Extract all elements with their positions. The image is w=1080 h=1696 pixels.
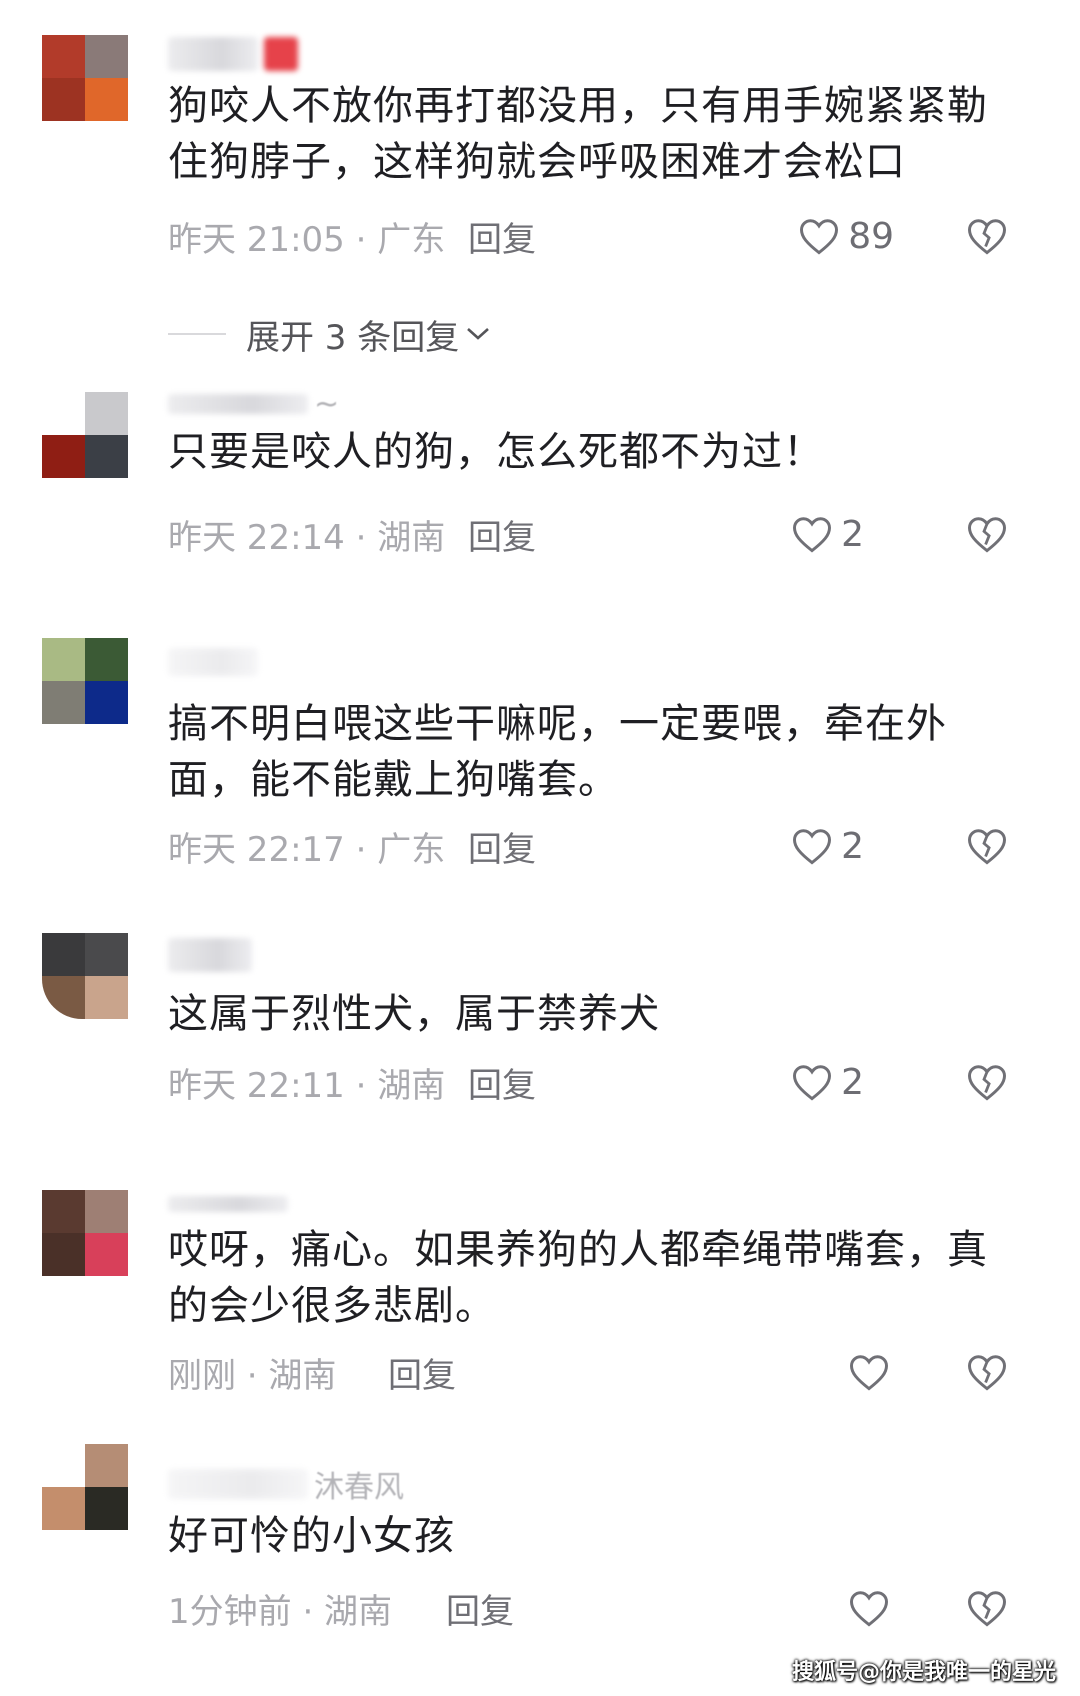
comment-text: 好可怜的小女孩 [168, 1513, 455, 1559]
heart-outline-icon [848, 1352, 890, 1392]
username-blur [168, 938, 252, 972]
comment-meta: 刚刚 · 湖南 回复 [168, 1346, 1044, 1398]
username-blur [168, 37, 258, 71]
like-count: 2 [841, 513, 864, 555]
avatar[interactable] [42, 1444, 128, 1530]
comment-meta: 昨天 22:14 · 湖南 回复 2 [168, 508, 1044, 560]
avatar[interactable] [42, 35, 128, 121]
username[interactable]: 沐春风 [168, 1464, 404, 1505]
broken-heart-icon[interactable] [966, 216, 1008, 256]
avatar[interactable] [42, 1190, 128, 1276]
like-button[interactable]: 2 [791, 826, 864, 867]
avatar-pixel [85, 976, 128, 1019]
username-blur [168, 394, 308, 414]
broken-heart-icon[interactable] [966, 1062, 1008, 1102]
broken-heart-icon[interactable] [966, 1352, 1008, 1392]
username[interactable] [168, 935, 252, 975]
comment-text: 搞不明白喂这些干嘛呢，一定要喂，牵在外 面，能不能戴上狗嘴套。 [168, 701, 947, 803]
avatar[interactable] [42, 638, 128, 724]
avatar-pixel [42, 976, 85, 1019]
avatar-pixel [42, 435, 85, 478]
reply-button[interactable]: 回复 [446, 1584, 514, 1633]
avatar-pixel [42, 392, 85, 435]
avatar-pixel [42, 1444, 85, 1487]
username[interactable] [168, 1184, 288, 1224]
comment-time-location: 昨天 22:11 · 湖南 [168, 1065, 446, 1106]
heart-outline-icon [848, 1588, 890, 1628]
username-blur [168, 1196, 288, 1212]
comment-time-location: 昨天 22:14 · 湖南 [168, 517, 446, 558]
avatar-pixel [85, 933, 128, 976]
heart-outline-icon [791, 1062, 833, 1102]
comment-meta: 昨天 21:05 · 广东 回复 89 [168, 210, 1044, 262]
avatar-pixel [42, 638, 85, 681]
avatar[interactable] [42, 933, 128, 1019]
avatar-pixel [42, 1233, 85, 1276]
comment-meta: 昨天 22:17 · 广东 回复 2 [168, 820, 1044, 872]
comment-time-location: 刚刚 · 湖南 [168, 1355, 337, 1396]
avatar-pixel [85, 1487, 128, 1530]
username[interactable] [168, 34, 298, 74]
heart-outline-icon [791, 826, 833, 866]
avatar[interactable] [42, 392, 128, 478]
comment-text: 只要是咬人的狗，怎么死都不为过！ [168, 429, 824, 475]
username[interactable]: ~ [168, 384, 339, 424]
username-blur [168, 1469, 308, 1499]
avatar-pixel [42, 78, 85, 121]
chevron-down-icon [465, 325, 491, 343]
comment-meta: 昨天 22:11 · 湖南 回复 2 [168, 1056, 1044, 1108]
avatar-pixel [42, 681, 85, 724]
avatar-pixel [85, 1190, 128, 1233]
username-visible-part: ~ [314, 386, 340, 422]
reply-button[interactable]: 回复 [468, 510, 536, 559]
broken-heart-icon[interactable] [966, 514, 1008, 554]
divider-line [168, 333, 226, 335]
avatar-pixel [42, 1190, 85, 1233]
avatar-pixel [85, 1444, 128, 1487]
avatar-pixel [85, 435, 128, 478]
expand-replies-button[interactable]: 展开 3 条回复 [168, 310, 491, 358]
avatar-pixel [42, 35, 85, 78]
comment-time-location: 1分钟前 · 湖南 [168, 1591, 393, 1632]
avatar-pixel [85, 78, 128, 121]
like-count: 2 [841, 825, 864, 867]
comment-time-location: 昨天 21:05 · 广东 [168, 219, 446, 260]
like-count: 2 [841, 1061, 864, 1103]
avatar-pixel [85, 392, 128, 435]
reply-button[interactable]: 回复 [468, 212, 536, 261]
avatar-pixel [42, 933, 85, 976]
comment-meta: 1分钟前 · 湖南 回复 [168, 1582, 1044, 1634]
comment-text: 这属于烈性犬，属于禁养犬 [168, 991, 660, 1037]
username[interactable] [168, 642, 258, 682]
reply-button[interactable]: 回复 [468, 1058, 536, 1107]
comment-text: 狗咬人不放你再打都没用，只有用手婉紧紧勒 住狗脖子，这样狗就会呼吸困难才会松口 [168, 83, 988, 185]
like-count: 89 [848, 215, 894, 257]
comment-time-location: 昨天 22:17 · 广东 [168, 829, 446, 870]
like-button[interactable] [848, 1352, 898, 1392]
avatar-pixel [85, 681, 128, 724]
avatar-pixel [85, 638, 128, 681]
broken-heart-icon[interactable] [966, 1588, 1008, 1628]
reply-button[interactable]: 回复 [468, 822, 536, 871]
like-button[interactable]: 2 [791, 1062, 864, 1103]
broken-heart-icon[interactable] [966, 826, 1008, 866]
username-visible-part: 沐春风 [314, 1470, 404, 1505]
avatar-pixel [85, 1233, 128, 1276]
avatar-pixel [85, 35, 128, 78]
expand-replies-label: 展开 3 条回复 [246, 317, 460, 358]
avatar-pixel [42, 1487, 85, 1530]
username-blur [168, 648, 258, 676]
heart-outline-icon [798, 216, 840, 256]
heart-outline-icon [791, 514, 833, 554]
like-button[interactable]: 89 [798, 216, 894, 257]
like-button[interactable] [848, 1588, 898, 1628]
username-blur [264, 37, 298, 71]
reply-button[interactable]: 回复 [388, 1348, 456, 1397]
comment-text: 哎呀，痛心。如果养狗的人都牵绳带嘴套，真 的会少很多悲剧。 [168, 1227, 988, 1329]
like-button[interactable]: 2 [791, 514, 864, 555]
watermark: 搜狐号@你是我唯一的星光 [791, 1660, 1056, 1685]
